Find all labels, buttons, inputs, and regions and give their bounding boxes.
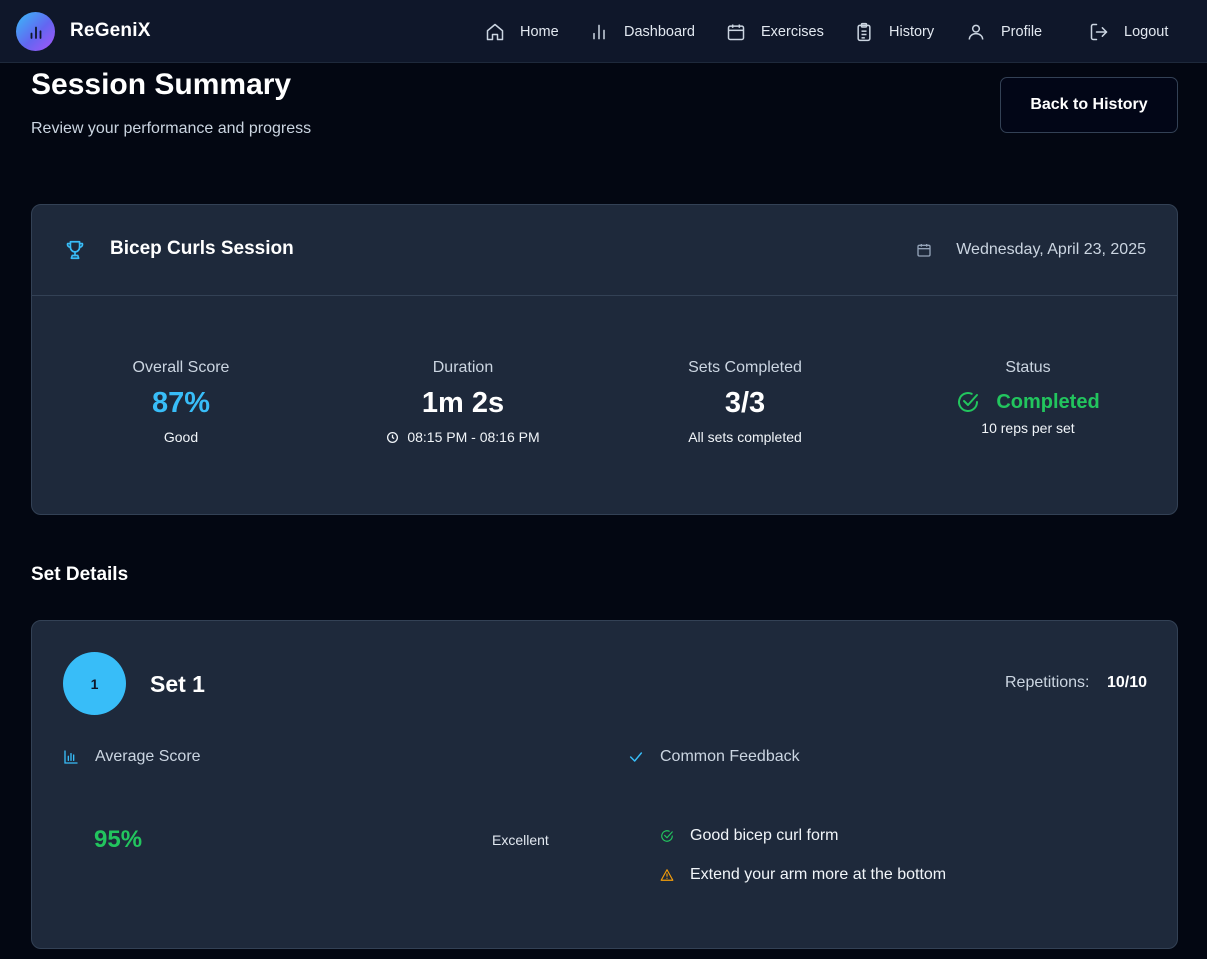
bar-chart-icon [64, 750, 78, 764]
session-date: Wednesday, April 23, 2025 [956, 241, 1146, 258]
status-stat: Status Completed 10 reps per set [898, 359, 1158, 436]
nav-exercises[interactable]: Exercises [726, 20, 824, 44]
nav-logout-label: Logout [1124, 24, 1169, 40]
feedback-item: Extend your arm more at the bottom [660, 866, 946, 884]
nav-exercises-label: Exercises [761, 24, 824, 40]
nav-history-label: History [889, 24, 935, 40]
sets-completed-value: 3/3 [724, 387, 766, 419]
warning-icon [660, 869, 674, 881]
check-circle-icon [661, 830, 673, 842]
logout-icon [1090, 23, 1108, 41]
repetitions-value: 10/10 [1107, 674, 1148, 691]
set-number-badge: 1 [63, 652, 126, 715]
status-sub: 10 reps per set [981, 420, 1075, 436]
logo[interactable] [16, 12, 55, 51]
page-subtitle: Review your performance and progress [31, 120, 312, 137]
feedback-text: Good bicep curl form [690, 827, 839, 844]
sets-completed-label: Sets Completed [688, 359, 802, 376]
session-card-header: Bicep Curls Session Wednesday, April 23,… [32, 205, 1177, 296]
clock-icon [387, 431, 399, 443]
session-summary-card: Bicep Curls Session Wednesday, April 23,… [31, 204, 1178, 515]
nav-history[interactable]: History [854, 20, 934, 44]
duration-label: Duration [432, 359, 494, 376]
set-details-title: Set Details [31, 564, 129, 585]
duration-time-text: 08:15 PM - 08:16 PM [407, 429, 540, 445]
average-score-heading: Average Score [63, 748, 201, 766]
check-icon [629, 752, 643, 762]
score-rating: Excellent [492, 832, 549, 848]
nav-home-label: Home [520, 24, 559, 40]
nav-profile-label: Profile [1001, 24, 1043, 40]
overall-score-label: Overall Score [132, 359, 230, 376]
nav-dashboard[interactable]: Dashboard [589, 20, 695, 44]
calendar-icon [727, 24, 745, 41]
status-value: Completed [898, 387, 1158, 417]
nav-profile[interactable]: Profile [966, 20, 1042, 44]
nav-dashboard-label: Dashboard [624, 24, 695, 40]
home-icon [486, 23, 504, 41]
overall-score-rating: Good [163, 429, 199, 445]
status-label: Status [1005, 359, 1051, 376]
overall-score-stat: Overall Score 87% Good [51, 359, 311, 445]
session-title: Bicep Curls Session [110, 238, 294, 259]
overall-score-value: 87% [151, 387, 211, 419]
nav-home[interactable]: Home [485, 20, 559, 44]
set-title: Set 1 [150, 671, 205, 697]
average-score-label: Average Score [95, 748, 201, 765]
sets-completed-sub: All sets completed [688, 429, 802, 445]
feedback-text: Extend your arm more at the bottom [690, 866, 947, 883]
repetitions-label: Repetitions: [1005, 674, 1090, 691]
average-score-value: 95% [94, 826, 143, 853]
top-navbar: ReGeniX Home Dashboard Exercises History… [0, 0, 1207, 63]
back-to-history-button[interactable]: Back to History [1000, 77, 1178, 133]
calendar-icon [917, 244, 931, 257]
bar-chart-icon [30, 26, 41, 39]
sets-completed-stat: Sets Completed 3/3 All sets completed [615, 359, 875, 445]
page-title: Session Summary [31, 68, 292, 101]
duration-value: 1m 2s [421, 387, 505, 419]
common-feedback-heading: Common Feedback [628, 748, 800, 766]
bar-chart-icon [593, 24, 605, 40]
duration-time-range: 08:15 PM - 08:16 PM [333, 429, 593, 445]
brand-name[interactable]: ReGeniX [70, 20, 151, 42]
clipboard-icon [857, 22, 871, 42]
duration-stat: Duration 1m 2s 08:15 PM - 08:16 PM [333, 359, 593, 445]
nav-logout[interactable]: Logout [1089, 20, 1168, 44]
common-feedback-label: Common Feedback [660, 748, 800, 765]
check-circle-icon [958, 392, 979, 412]
feedback-item: Good bicep curl form [660, 827, 839, 845]
trophy-icon [66, 240, 84, 260]
set-card: 1 Set 1 Repetitions: 10/10 Average Score… [31, 620, 1178, 949]
status-text: Completed [996, 390, 1100, 413]
user-icon [968, 24, 984, 40]
